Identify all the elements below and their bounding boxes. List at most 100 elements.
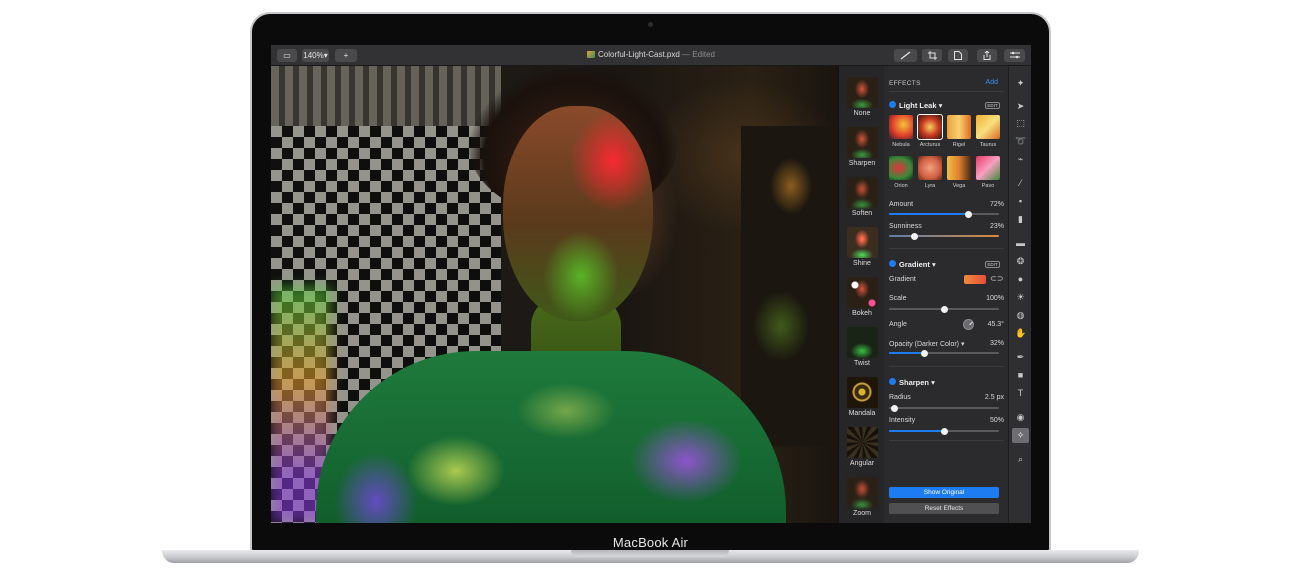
preset-label: Taurus (979, 142, 997, 148)
effect-thumb-zoom[interactable]: Zoom (839, 474, 885, 522)
eraser-tool-icon[interactable]: ▮ (1015, 214, 1026, 225)
brush-button[interactable] (894, 49, 917, 62)
radius-slider[interactable] (889, 404, 999, 412)
crop-button[interactable] (922, 49, 942, 62)
preset-orion[interactable] (889, 156, 913, 180)
chevron-down-icon: ▾ (931, 260, 936, 269)
arrow-tool-icon[interactable]: ➤ (1015, 101, 1026, 112)
effect-thumb-twist[interactable]: Twist (839, 324, 885, 372)
share-button[interactable] (977, 49, 997, 62)
show-original-button[interactable]: Show Original (889, 487, 999, 498)
light-leak-title[interactable]: Light Leak ▾ (899, 101, 942, 110)
preset-label: Arcturus (919, 142, 941, 148)
preset-nebula[interactable] (889, 115, 913, 139)
section-divider (889, 440, 1004, 441)
zoom-tool-icon[interactable]: ⌕ (1015, 454, 1026, 465)
color-adjust-tool-icon[interactable]: ◉ (1015, 412, 1026, 423)
effect-thumb-mandala[interactable]: Mandala (839, 374, 885, 422)
paint-bucket-tool-icon[interactable]: ▪ (1015, 196, 1026, 207)
chevron-down-icon: ▾ (323, 51, 328, 60)
document-button[interactable] (948, 49, 968, 62)
scale-value: 100% (986, 295, 1004, 302)
adjust-icon (1009, 51, 1020, 59)
background-window (741, 126, 838, 446)
sidebar-icon: ▭ (283, 51, 291, 60)
reset-effects-button[interactable]: Reset Effects (889, 503, 999, 514)
preset-arcturus[interactable] (917, 114, 943, 140)
scale-slider[interactable] (889, 305, 999, 313)
intensity-slider[interactable] (889, 427, 999, 435)
photo-canvas[interactable] (271, 66, 838, 523)
section-title-text: Sharpen (899, 378, 930, 387)
preset-taurus[interactable] (976, 115, 1000, 139)
adjust-button[interactable] (1004, 49, 1025, 62)
preset-vega[interactable] (947, 156, 971, 180)
sunniness-slider[interactable] (889, 232, 999, 240)
style-tool-icon[interactable]: ✦ (1015, 78, 1026, 89)
angle-dial[interactable] (963, 319, 974, 330)
marquee-tool-icon[interactable]: ⬚ (1015, 118, 1026, 129)
pen-tool-icon[interactable]: ✒ (1015, 352, 1026, 363)
gradient-title[interactable]: Gradient ▾ (899, 260, 936, 269)
add-effect-button[interactable]: Add (986, 79, 998, 86)
scale-slider-knob[interactable] (940, 305, 948, 313)
effect-thumb-sharpen[interactable]: Sharpen (839, 124, 885, 172)
text-tool-icon[interactable]: T (1015, 388, 1026, 399)
effect-thumb-angular[interactable]: Angular (839, 424, 885, 472)
effect-thumb-none[interactable]: None (839, 74, 885, 122)
effect-thumb-bokeh[interactable]: Bokeh (839, 274, 885, 322)
sunniness-slider-knob[interactable] (910, 232, 918, 240)
retouch-tool-icon[interactable]: ▬ (1015, 238, 1026, 249)
panel-header: EFFECTS (889, 80, 921, 87)
magic-wand-tool-icon[interactable]: ⌁ (1015, 154, 1026, 165)
amount-slider-fill (889, 213, 969, 215)
zoom-select[interactable]: 140%▾ (302, 49, 329, 62)
sharpen-title[interactable]: Sharpen ▾ (899, 378, 935, 387)
radius-label: Radius (889, 394, 911, 401)
amount-slider-knob[interactable] (964, 210, 972, 218)
light-leak-edit-button[interactable]: EDIT (985, 102, 1000, 109)
preset-lyra[interactable] (918, 156, 942, 180)
camera (648, 22, 653, 27)
blur-tool-icon[interactable]: ● (1015, 274, 1026, 285)
document-title: Colorful-Light-Cast.pxd — Edited (271, 50, 1031, 59)
app-window: ▭ 140%▾ + Colorful-Light-Cast.pxd — Edit… (271, 45, 1031, 523)
opacity-label-text: Opacity (Darker Color) (889, 341, 960, 348)
effect-label: Angular (849, 460, 875, 467)
opacity-slider[interactable] (889, 349, 999, 357)
clone-tool-icon[interactable]: ❂ (1015, 256, 1026, 267)
effect-label: Shine (853, 260, 871, 267)
shape-tool-icon[interactable]: ■ (1015, 370, 1026, 381)
gradient-edit-button[interactable]: EDIT (985, 261, 1000, 268)
smudge-tool-icon[interactable]: ✋ (1015, 328, 1026, 339)
radius-slider-knob[interactable] (891, 404, 898, 412)
document-name: Colorful-Light-Cast.pxd (598, 50, 680, 59)
effect-label: Zoom (853, 510, 871, 517)
effect-thumbnail (847, 427, 878, 458)
sidebar-toggle-button[interactable]: ▭ (277, 49, 297, 62)
opacity-label[interactable]: Opacity (Darker Color) ▾ (889, 340, 964, 348)
effects-tool-icon[interactable]: ✧ (1012, 428, 1029, 443)
document-icon (954, 51, 962, 60)
lasso-tool-icon[interactable]: ➰ (1015, 136, 1026, 147)
gradient-swatch[interactable] (964, 275, 986, 284)
effect-thumb-shine[interactable]: Shine (839, 224, 885, 272)
brush-tool-icon[interactable]: ⁄ (1015, 178, 1026, 189)
gradient-toggle[interactable] (889, 260, 896, 267)
intensity-slider-knob[interactable] (940, 427, 948, 435)
chevron-down-icon: ▾ (938, 101, 943, 110)
laptop-notch (571, 550, 729, 557)
light-leak-toggle[interactable] (889, 101, 896, 108)
effect-thumb-soften[interactable]: Soften (839, 174, 885, 222)
effect-label: None (853, 110, 871, 117)
sponge-tool-icon[interactable]: ◍ (1015, 310, 1026, 321)
preset-rigel[interactable] (947, 115, 971, 139)
preset-pavo[interactable] (976, 156, 1000, 180)
sharpen-toggle[interactable] (889, 378, 896, 385)
subject-face (503, 106, 653, 321)
opacity-slider-knob[interactable] (920, 349, 928, 357)
amount-slider[interactable] (889, 210, 999, 218)
add-layer-button[interactable]: + (335, 49, 357, 62)
light-tool-icon[interactable]: ☀ (1015, 292, 1026, 303)
gradient-options-icon[interactable]: ⊂⊃ (990, 274, 1003, 283)
